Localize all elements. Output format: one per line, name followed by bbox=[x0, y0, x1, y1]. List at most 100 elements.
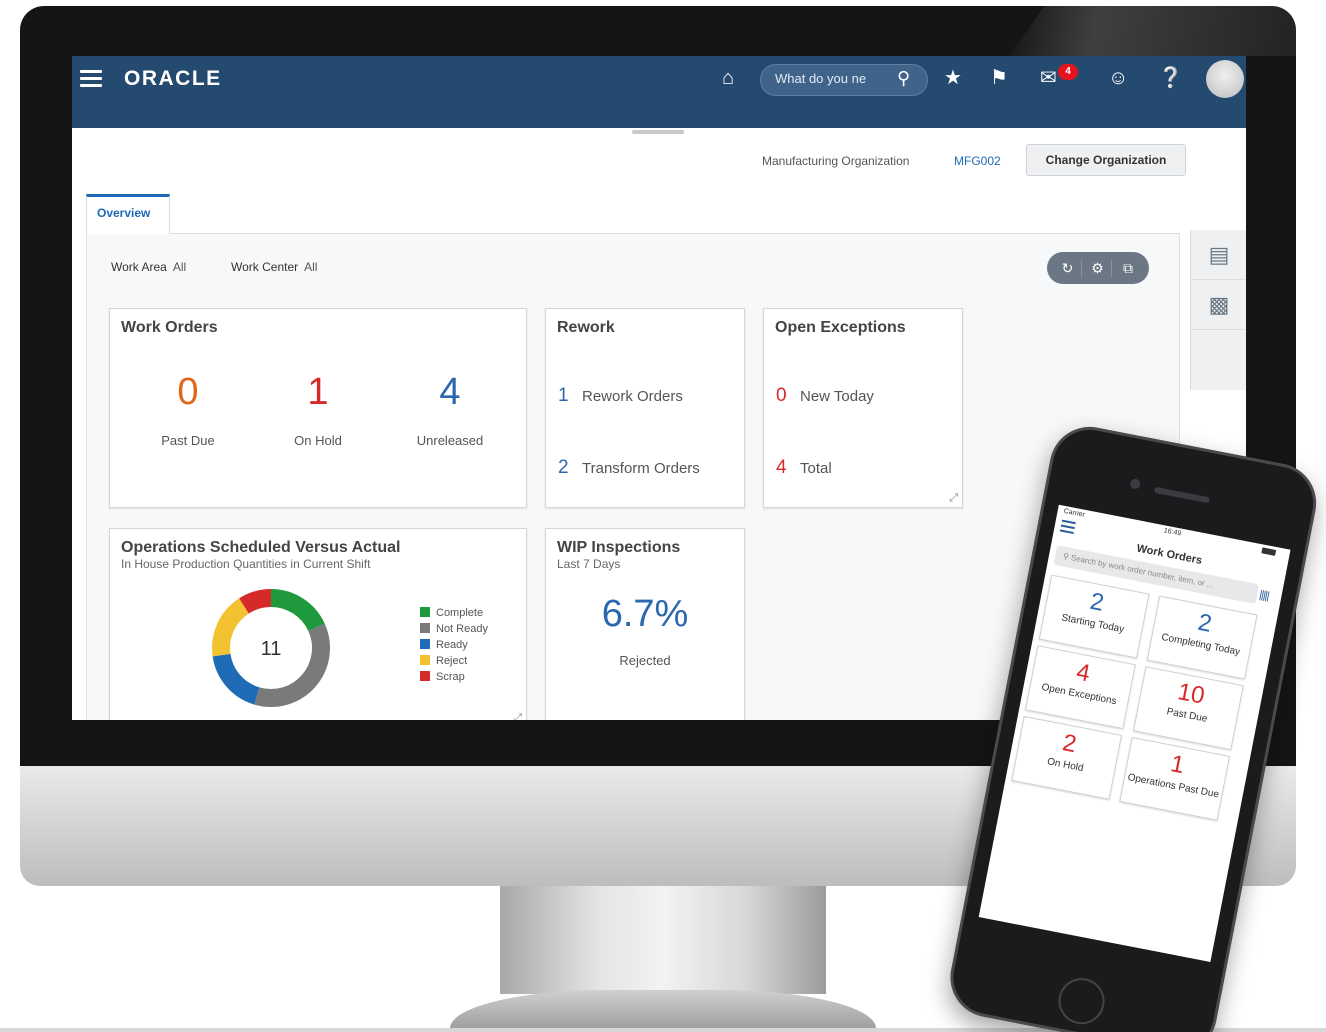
legend-label: Ready bbox=[436, 639, 468, 651]
drag-handle[interactable] bbox=[632, 130, 684, 134]
card-subtitle: In House Production Quantities in Curren… bbox=[121, 557, 371, 571]
favorites-star-icon[interactable]: ★ bbox=[944, 68, 962, 88]
watchlist-flag-icon[interactable]: ⚑ bbox=[990, 68, 1008, 88]
unreleased-label: Unreleased bbox=[416, 433, 484, 448]
panel-actions: ↻ ⚙ ⧉ bbox=[1047, 252, 1149, 284]
search-input[interactable] bbox=[775, 71, 877, 86]
card-subtitle: Last 7 Days bbox=[557, 557, 621, 571]
home-button[interactable] bbox=[1054, 974, 1109, 1029]
total-label: Total bbox=[800, 460, 832, 477]
on-hold-count[interactable]: 1 bbox=[278, 371, 358, 414]
operations-chart-card[interactable]: Operations Scheduled Versus Actual In Ho… bbox=[109, 528, 527, 720]
monitor-glare bbox=[1010, 6, 1296, 56]
status-time: 16:49 bbox=[1163, 527, 1182, 538]
help-icon[interactable]: ❔ bbox=[1158, 68, 1183, 88]
analytics-icon[interactable]: ▩ bbox=[1191, 280, 1246, 330]
legend-swatch bbox=[420, 607, 430, 617]
configure-icon[interactable]: ⚙ bbox=[1084, 259, 1112, 277]
open-exceptions-card[interactable]: Open Exceptions 0 New Today 4 Total ⤢ bbox=[763, 308, 963, 508]
transform-orders-count[interactable]: 2 bbox=[558, 457, 569, 479]
barcode-scan-icon[interactable]: ||||| bbox=[1258, 589, 1269, 603]
work-center-filter[interactable]: Work Center All bbox=[231, 260, 317, 274]
work-area-value: All bbox=[172, 260, 187, 274]
rejected-label: Rejected bbox=[619, 653, 671, 668]
expand-icon[interactable]: ⤢ bbox=[513, 712, 522, 720]
donut-chart[interactable]: 11 bbox=[206, 583, 336, 713]
legend-item-reject[interactable]: Reject bbox=[420, 655, 467, 667]
card-title: Work Orders bbox=[121, 319, 218, 336]
document-icon[interactable]: ▤ bbox=[1191, 230, 1246, 280]
donut-slice-complete[interactable] bbox=[270, 589, 325, 632]
legend-label: Reject bbox=[436, 655, 468, 667]
legend-swatch bbox=[420, 671, 430, 681]
work-center-value: All bbox=[304, 260, 318, 274]
monitor-stand-neck bbox=[500, 886, 826, 994]
card-title: Rework bbox=[557, 319, 615, 336]
on-hold-label: On Hold bbox=[294, 433, 342, 448]
speaker-grille bbox=[1153, 486, 1211, 504]
new-today-count[interactable]: 0 bbox=[776, 385, 787, 407]
tile-completing-today[interactable]: 2 Completing Today bbox=[1146, 595, 1258, 680]
legend-label: Scrap bbox=[436, 671, 465, 683]
rework-card[interactable]: Rework 1 Rework Orders 2 Transform Order… bbox=[545, 308, 745, 508]
tile-on-hold[interactable]: 2 On Hold bbox=[1011, 715, 1123, 800]
work-orders-card[interactable]: Work Orders 0 Past Due 1 On Hold 4 Unrel… bbox=[109, 308, 527, 508]
accessibility-icon[interactable]: ☺ bbox=[1108, 68, 1128, 88]
new-today-label: New Today bbox=[800, 388, 874, 405]
notifications-icon[interactable]: ✉ bbox=[1040, 68, 1057, 88]
hamburger-menu-icon[interactable] bbox=[80, 70, 102, 88]
legend-item-not-ready[interactable]: Not Ready bbox=[420, 623, 488, 635]
wip-inspections-card[interactable]: WIP Inspections Last 7 Days 6.7% Rejecte… bbox=[545, 528, 745, 720]
tile-operations-past-due[interactable]: 1 Operations Past Due bbox=[1119, 736, 1231, 821]
unreleased-count[interactable]: 4 bbox=[410, 371, 490, 414]
home-icon[interactable]: ⌂ bbox=[722, 68, 734, 88]
legend-swatch bbox=[420, 655, 430, 665]
legend-swatch bbox=[420, 639, 430, 649]
card-title: Operations Scheduled Versus Actual bbox=[121, 539, 401, 556]
transform-orders-label: Transform Orders bbox=[582, 460, 700, 477]
legend-item-scrap[interactable]: Scrap bbox=[420, 671, 465, 683]
change-organization-button[interactable]: Change Organization bbox=[1026, 144, 1186, 176]
donut-slice-scrap[interactable] bbox=[239, 589, 272, 614]
total-count[interactable]: 4 bbox=[776, 457, 787, 479]
rework-orders-count[interactable]: 1 bbox=[558, 385, 569, 407]
work-area-filter[interactable]: Work Area All bbox=[111, 260, 186, 274]
camera-icon bbox=[1129, 478, 1142, 490]
donut-center-value: 11 bbox=[261, 638, 282, 660]
card-title: Open Exceptions bbox=[775, 319, 906, 336]
legend-item-complete[interactable]: Complete bbox=[420, 607, 483, 619]
org-value-link[interactable]: MFG002 bbox=[954, 154, 1001, 168]
carrier-text: Carrier bbox=[1063, 507, 1086, 519]
donut-slice-ready[interactable] bbox=[212, 653, 260, 705]
search-icon[interactable]: ⚲ bbox=[897, 68, 910, 89]
global-header: ORACLE ⌂ ⚲ ★ ⚑ ✉ 4 ☺ ❔ bbox=[72, 56, 1246, 128]
legend-label: Complete bbox=[436, 607, 484, 619]
card-title: WIP Inspections bbox=[557, 539, 681, 556]
donut-slice-reject[interactable] bbox=[212, 598, 250, 657]
oracle-logo: ORACLE bbox=[124, 67, 222, 90]
battery-icon bbox=[1261, 547, 1277, 556]
rework-orders-label: Rework Orders bbox=[582, 388, 683, 405]
user-avatar[interactable] bbox=[1206, 60, 1244, 98]
tab-overview[interactable]: Overview bbox=[86, 194, 170, 234]
past-due-label: Past Due bbox=[161, 433, 215, 448]
work-area-label: Work Area bbox=[111, 260, 167, 274]
tile-starting-today[interactable]: 2 Starting Today bbox=[1038, 574, 1150, 659]
org-label: Manufacturing Organization bbox=[762, 154, 910, 168]
side-rail: ▤ ▩ bbox=[1190, 230, 1246, 390]
tile-open-exceptions[interactable]: 4 Open Exceptions bbox=[1025, 645, 1136, 730]
rejected-percent[interactable]: 6.7% bbox=[546, 593, 744, 636]
work-center-label: Work Center bbox=[231, 260, 299, 274]
past-due-count[interactable]: 0 bbox=[148, 371, 228, 414]
tile-past-due[interactable]: 10 Past Due bbox=[1133, 666, 1244, 751]
legend-label: Not Ready bbox=[436, 623, 488, 635]
notification-badge: 4 bbox=[1058, 64, 1078, 80]
monitor-stand-base bbox=[450, 990, 876, 1032]
expand-icon[interactable]: ⤢ bbox=[949, 492, 958, 505]
copy-icon[interactable]: ⧉ bbox=[1114, 260, 1142, 277]
global-search[interactable]: ⚲ bbox=[760, 64, 928, 96]
legend-swatch bbox=[420, 623, 430, 633]
legend-item-ready[interactable]: Ready bbox=[420, 639, 468, 651]
tab-strip: Overview bbox=[86, 194, 1180, 234]
refresh-icon[interactable]: ↻ bbox=[1054, 259, 1082, 277]
